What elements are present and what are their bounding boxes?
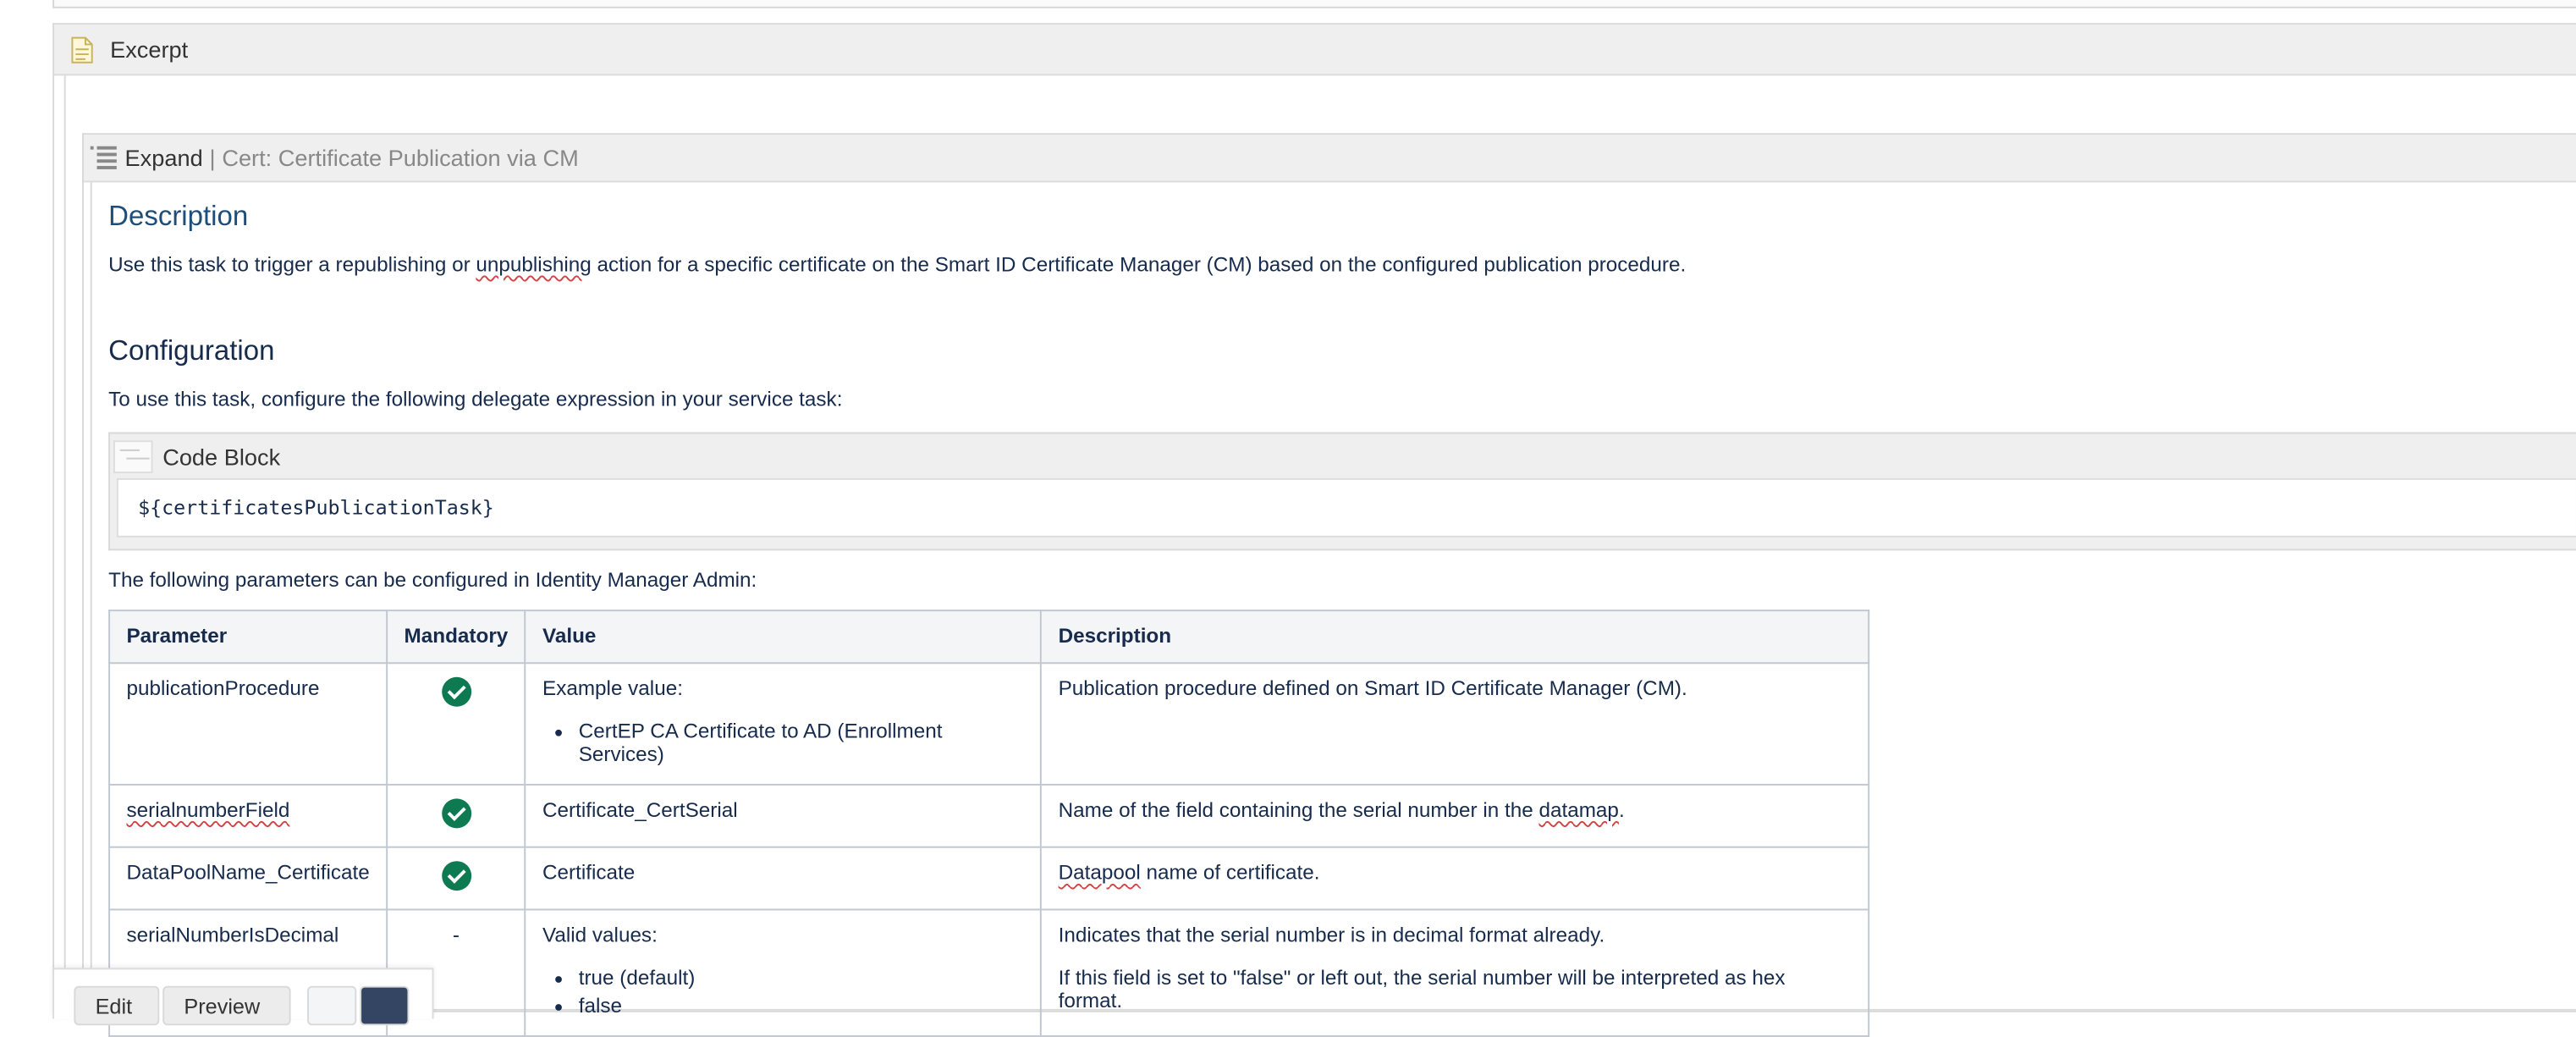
check-icon: [441, 861, 471, 891]
table-header-row: Parameter Mandatory Value Description: [108, 610, 1870, 665]
description-cell: Publication procedure defined on Smart I…: [1040, 662, 1870, 786]
description-text-part: Use this task to trigger a republishing …: [108, 252, 476, 277]
edit-button[interactable]: Edit: [74, 985, 160, 1026]
description-text: Use this task to trigger a republishing …: [108, 253, 1686, 276]
description-line: Indicates that the serial number is in d…: [1058, 923, 1605, 947]
description-part: name of certificate.: [1140, 861, 1320, 885]
spelling-flag: unpublishing: [476, 252, 592, 277]
expand-label: Expand: [124, 144, 203, 171]
value-list: CertEP CA Certificate to AD (Enrollment …: [542, 720, 1024, 765]
spelling-flag: datamap: [1538, 798, 1619, 822]
expand-subtitle: Cert: Certificate Publication via CM: [222, 144, 579, 171]
value-cell: Valid values: true (default) false: [524, 908, 1043, 1037]
code-content[interactable]: ${certificatesPublicationTask}: [116, 477, 2576, 538]
page: Excerpt Expand | Cert: Certificate Publi…: [0, 0, 2576, 1037]
description-cell: Name of the field containing the serial …: [1040, 783, 1870, 848]
value-cell: Certificate_CertSerial: [524, 783, 1043, 848]
parameter-cell: serialnumberField: [108, 783, 388, 848]
value-label: Valid values:: [542, 923, 658, 947]
mandatory-cell: [386, 846, 526, 911]
expand-separator: |: [209, 144, 216, 171]
parameter-cell: publicationProcedure: [108, 662, 388, 786]
value-list: true (default) false: [542, 966, 1024, 1017]
excerpt-header[interactable]: Excerpt: [54, 25, 2576, 76]
top-divider: [52, 0, 2576, 8]
configuration-intro: To use this task, configure the followin…: [108, 388, 843, 411]
value-cell: Example value: CertEP CA Certificate to …: [524, 662, 1043, 786]
check-icon: [441, 676, 471, 707]
column-header: Description: [1040, 610, 1870, 665]
list-icon: [89, 143, 118, 173]
layout-toggle-right[interactable]: [360, 985, 410, 1026]
description-text-part: action for a specific certificate on the…: [591, 252, 1687, 277]
column-header: Parameter: [108, 610, 388, 665]
column-header: Value: [524, 610, 1043, 665]
code-block-macro: Code Block ${certificatesPublicationTask…: [108, 432, 2576, 551]
table-row: DataPoolName_Certificate Certificate Dat…: [108, 846, 1870, 911]
mandatory-cell: [386, 783, 526, 848]
parameter-cell: DataPoolName_Certificate: [108, 846, 388, 911]
spelling-flag: Datapool: [1058, 861, 1141, 885]
table-row: publicationProcedure Example value: Cert…: [108, 662, 1870, 786]
configuration-heading: Configuration: [108, 335, 275, 367]
description-part: Name of the field containing the serial …: [1058, 798, 1539, 822]
column-header: Mandatory: [386, 610, 526, 665]
preview-button[interactable]: Preview: [162, 985, 291, 1026]
parameter-name: serialnumberField: [126, 798, 290, 822]
description-cell: Datapool name of certificate.: [1040, 846, 1870, 911]
code-block-title: Code Block: [162, 443, 281, 470]
list-item: true (default): [579, 966, 1024, 989]
check-icon: [441, 798, 471, 829]
page-icon: [68, 35, 97, 64]
list-item: false: [579, 994, 1024, 1017]
params-intro: The following parameters can be configur…: [108, 568, 757, 592]
expand-header[interactable]: Expand | Cert: Certificate Publication v…: [84, 135, 2576, 183]
table-row: serialnumberField Certificate_CertSerial…: [108, 783, 1870, 848]
value-cell: Certificate: [524, 846, 1043, 911]
list-item: CertEP CA Certificate to AD (Enrollment …: [579, 720, 1024, 765]
layout-toggle-left[interactable]: [307, 985, 357, 1026]
excerpt-title: Excerpt: [110, 36, 189, 63]
code-block-header[interactable]: Code Block: [110, 433, 2576, 477]
editor-toolbar: Edit Preview: [52, 968, 434, 1026]
description-cell: Indicates that the serial number is in d…: [1040, 908, 1870, 1037]
description-part: .: [1618, 798, 1625, 822]
description-heading: Description: [108, 200, 249, 232]
code-icon: [113, 439, 153, 473]
mandatory-cell: [386, 662, 526, 786]
value-label: Example value:: [542, 676, 683, 700]
